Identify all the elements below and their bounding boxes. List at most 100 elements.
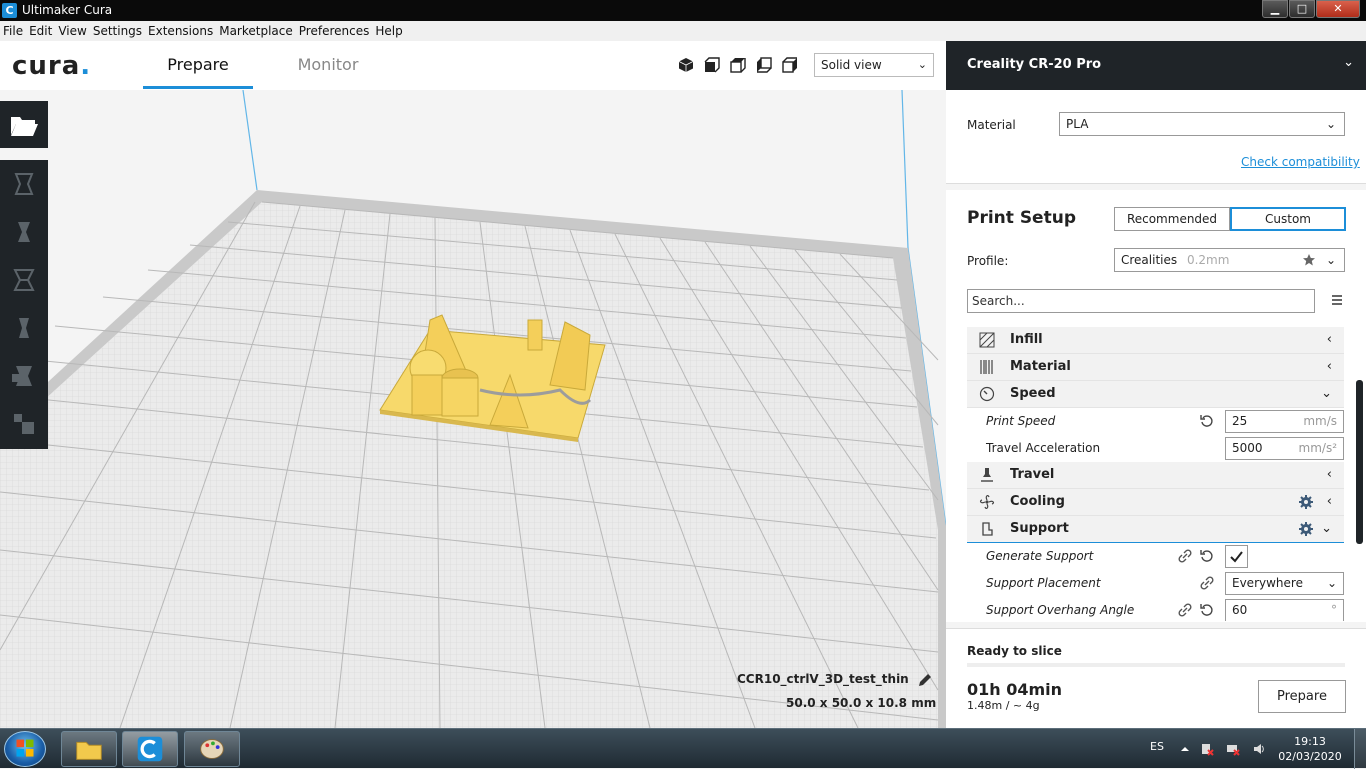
reset-icon[interactable] [1200, 603, 1214, 617]
left-toolbar [0, 101, 48, 449]
cura-logo: cura. [12, 51, 92, 81]
profile-label: Profile: [967, 254, 1009, 268]
generate-support-checkbox[interactable] [1225, 545, 1248, 568]
slice-panel: Ready to slice 01h 04min 1.48m / ~ 4g Pr… [946, 628, 1366, 728]
settings-scrollbar[interactable] [1356, 380, 1363, 544]
top-view-icon[interactable] [730, 57, 746, 73]
build-plate-viewport[interactable] [0, 90, 946, 728]
prepare-button[interactable]: Prepare [1258, 680, 1346, 713]
network-icon[interactable] [1226, 742, 1240, 756]
menu-extensions[interactable]: Extensions [148, 24, 213, 38]
window-title: Ultimaker Cura [22, 3, 113, 17]
taskbar-paint[interactable] [184, 731, 240, 767]
windows-logo-icon [16, 739, 34, 757]
star-icon[interactable] [1302, 253, 1316, 267]
check-compatibility-link[interactable]: Check compatibility [1241, 155, 1360, 169]
category-speed[interactable]: Speed ⌄ [967, 381, 1344, 408]
menu-edit[interactable]: Edit [29, 24, 52, 38]
speedometer-icon [979, 386, 995, 402]
support-icon [982, 522, 993, 536]
show-desktop-button[interactable] [1354, 729, 1366, 769]
printer-selector[interactable]: Creality CR-20 Pro ⌄ [946, 41, 1366, 90]
support-blocker-icon[interactable] [8, 408, 40, 440]
overhang-angle-input[interactable]: 60 ° [1225, 599, 1344, 621]
front-view-icon[interactable] [704, 57, 720, 73]
gear-icon[interactable] [1298, 494, 1314, 510]
settings-search-input[interactable]: Search... [967, 289, 1315, 313]
chevron-down-icon: ⌄ [1321, 521, 1332, 536]
menu-marketplace[interactable]: Marketplace [219, 24, 293, 38]
open-file-button[interactable] [0, 101, 48, 148]
reset-icon[interactable] [1200, 549, 1214, 563]
tab-prepare[interactable]: Prepare [143, 41, 253, 89]
print-setup-title: Print Setup [967, 208, 1076, 228]
3d-view-icon[interactable] [678, 57, 694, 73]
chevron-left-icon: ‹ [1326, 494, 1332, 509]
chevron-down-icon: ⌄ [1325, 117, 1336, 131]
system-clock[interactable]: 19:13 02/03/2020 [1278, 734, 1342, 764]
right-view-icon[interactable] [782, 57, 798, 73]
category-support[interactable]: Support ⌄ [967, 516, 1344, 543]
material-select[interactable]: PLA ⌄ [1059, 112, 1345, 136]
tab-monitor[interactable]: Monitor [273, 41, 383, 89]
reset-icon[interactable] [1200, 414, 1214, 428]
cura-app-icon: C [2, 3, 17, 18]
cura-icon [137, 736, 163, 762]
slice-progress-bar [967, 663, 1345, 667]
category-travel[interactable]: Travel ‹ [967, 462, 1344, 489]
menu-preferences[interactable]: Preferences [299, 24, 370, 38]
tray-expand-icon[interactable] [1178, 742, 1192, 756]
mirror-tool-icon[interactable] [8, 312, 40, 344]
view-mode-select[interactable]: Solid view ⌄ [814, 53, 934, 77]
chevron-down-icon: ⌄ [917, 58, 927, 71]
input-language[interactable]: ES [1150, 740, 1164, 753]
left-view-icon[interactable] [756, 57, 772, 73]
taskbar-cura[interactable] [122, 731, 178, 767]
menu-help[interactable]: Help [375, 24, 402, 38]
print-speed-input[interactable]: 25 mm/s [1225, 410, 1344, 433]
per-model-settings-icon[interactable] [8, 360, 40, 392]
recommended-mode-button[interactable]: Recommended [1114, 207, 1230, 231]
link-icon[interactable] [1200, 576, 1214, 590]
category-infill[interactable]: Infill ‹ [967, 327, 1344, 354]
transform-tools [0, 160, 48, 449]
link-icon[interactable] [1178, 549, 1192, 563]
folder-open-icon [11, 117, 38, 136]
setting-support-overhang-angle: Support Overhang Angle 60 ° [967, 597, 1344, 621]
setting-print-speed: Print Speed 25 mm/s [967, 408, 1344, 435]
minimize-button[interactable]: ▁ [1262, 0, 1288, 18]
maximize-button[interactable]: □ [1289, 0, 1315, 18]
object-dimensions: 50.0 x 50.0 x 10.8 mm [786, 696, 937, 710]
stage-bar: cura. Prepare Monitor [0, 41, 946, 90]
menu-view[interactable]: View [58, 24, 86, 38]
rotate-tool-icon[interactable] [8, 264, 40, 296]
volume-icon[interactable] [1252, 742, 1266, 756]
setting-support-placement: Support Placement Everywhere ⌄ [967, 570, 1344, 597]
scale-tool-icon[interactable] [8, 216, 40, 248]
link-icon[interactable] [1178, 603, 1192, 617]
close-button[interactable]: ✕ [1316, 0, 1360, 18]
hamburger-menu-icon[interactable] [1330, 293, 1344, 307]
menu-settings[interactable]: Settings [93, 24, 142, 38]
slice-status: Ready to slice [967, 644, 1062, 658]
material-card: Material PLA ⌄ Check compatibility [946, 90, 1366, 184]
edit-name-icon[interactable] [917, 672, 933, 688]
menu-file[interactable]: File [3, 24, 23, 38]
category-material[interactable]: Material ‹ [967, 354, 1344, 381]
chevron-down-icon: ⌄ [1326, 576, 1337, 590]
travel-acceleration-input[interactable]: 5000 mm/s² [1225, 437, 1344, 460]
material-usage: 1.48m / ~ 4g [967, 699, 1040, 712]
taskbar-explorer[interactable] [61, 731, 117, 767]
object-name[interactable]: CCR10_ctrlV_3D_test_thin [737, 672, 937, 686]
gear-icon[interactable] [1298, 521, 1314, 537]
infill-icon [979, 332, 995, 348]
support-placement-select[interactable]: Everywhere ⌄ [1225, 572, 1344, 595]
printer-name: Creality CR-20 Pro [967, 57, 1102, 72]
custom-mode-button[interactable]: Custom [1230, 207, 1346, 231]
start-button[interactable] [4, 731, 46, 767]
material-label: Material [967, 118, 1016, 132]
category-cooling[interactable]: Cooling ‹ [967, 489, 1344, 516]
action-center-icon[interactable] [1200, 742, 1214, 756]
profile-select[interactable]: Crealities 0.2mm ⌄ [1114, 248, 1345, 272]
move-tool-icon[interactable] [8, 168, 40, 200]
